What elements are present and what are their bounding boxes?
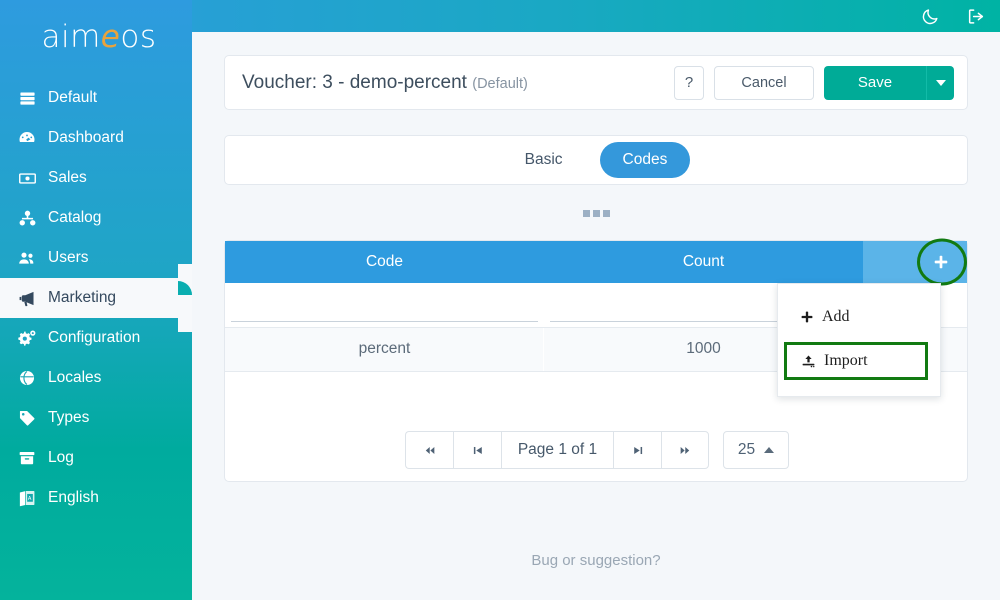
- save-button-group: Save: [824, 65, 954, 100]
- page-header-card: Voucher: 3 - demo-percent (Default) ? Ca…: [224, 55, 968, 110]
- chevron-down-icon: [935, 79, 946, 86]
- dot: [592, 210, 600, 217]
- tag-icon: [17, 409, 37, 427]
- sidebar-item-label: Default: [48, 89, 98, 106]
- logo-text: aimeos: [41, 19, 157, 55]
- dropdown-item-label: Import: [824, 352, 868, 369]
- dot: [582, 210, 590, 217]
- table-header-row: Code Count: [225, 238, 967, 286]
- money-bill-icon: [17, 169, 37, 188]
- tab-codes[interactable]: Codes: [599, 142, 691, 178]
- sidebar-item-types[interactable]: Types: [0, 398, 192, 438]
- sidebar-nav: Default Dashboard Sales Catalog Users Ma…: [0, 74, 192, 518]
- dark-mode-moon-icon[interactable]: [921, 7, 940, 26]
- cancel-button[interactable]: Cancel: [714, 65, 814, 100]
- dropdown-item-add[interactable]: Add: [778, 298, 940, 336]
- plus-icon: [800, 310, 814, 324]
- filter-cell-code: [225, 283, 544, 327]
- language-flag-icon: A: [17, 489, 37, 507]
- globe-icon: [17, 369, 37, 387]
- page-size-select[interactable]: 25: [723, 431, 789, 469]
- logo-accent-letter: e: [100, 19, 121, 55]
- sidebar-item-label: Users: [48, 249, 89, 266]
- footer: Bug or suggestion?: [192, 552, 1000, 569]
- column-header-actions: [863, 238, 967, 286]
- add-dropdown-menu: Add Import: [777, 283, 941, 397]
- page-title-suffix: (Default): [472, 75, 528, 92]
- pagination: Page 1 of 1 25: [225, 431, 969, 469]
- users-icon: [17, 249, 37, 267]
- next-page-button[interactable]: [613, 431, 661, 469]
- sidebar-item-default[interactable]: Default: [0, 78, 192, 118]
- loading-dots: [192, 210, 1000, 217]
- sidebar-item-label: Locales: [48, 369, 102, 386]
- sidebar-item-catalog[interactable]: Catalog: [0, 198, 192, 238]
- logo[interactable]: aimeos: [0, 0, 192, 74]
- app-root: aimeos Default Dashboard Sales Catalog U…: [0, 0, 1000, 600]
- dot: [602, 210, 610, 217]
- sidebar-item-label: Configuration: [48, 329, 141, 346]
- svg-text:A: A: [28, 496, 32, 502]
- column-header-count[interactable]: Count: [544, 241, 863, 283]
- save-button[interactable]: Save: [824, 65, 926, 100]
- sidebar-item-label: Sales: [48, 169, 87, 186]
- sidebar-item-label: Dashboard: [48, 129, 124, 146]
- sidebar-item-sales[interactable]: Sales: [0, 158, 192, 198]
- codes-table-card: Code Count percent 1000 Add Import Page …: [224, 238, 969, 482]
- archive-icon: [17, 449, 37, 467]
- sidebar-item-configuration[interactable]: Configuration: [0, 318, 192, 358]
- sidebar-item-marketing[interactable]: Marketing: [0, 264, 192, 332]
- filter-input-code[interactable]: [231, 287, 538, 322]
- logout-icon[interactable]: [966, 7, 986, 26]
- page-size-value: 25: [737, 441, 756, 458]
- footer-link[interactable]: Bug or suggestion?: [531, 552, 660, 569]
- dropdown-item-import[interactable]: Import: [784, 342, 928, 380]
- save-dropdown-button[interactable]: [926, 65, 954, 100]
- first-page-button[interactable]: [405, 431, 453, 469]
- sidebar-item-log[interactable]: Log: [0, 438, 192, 478]
- page-indicator: Page 1 of 1: [501, 431, 613, 469]
- column-header-code[interactable]: Code: [225, 241, 544, 283]
- last-page-button[interactable]: [661, 431, 709, 469]
- sidebar-item-label: Catalog: [48, 209, 102, 226]
- upload-icon: [801, 354, 816, 369]
- sidebar-item-label: Marketing: [48, 289, 117, 306]
- help-button[interactable]: ?: [674, 65, 704, 100]
- sidebar: aimeos Default Dashboard Sales Catalog U…: [0, 0, 192, 600]
- main-content: Voucher: 3 - demo-percent (Default) ? Ca…: [192, 32, 1000, 600]
- table-head: Code Count: [225, 238, 967, 286]
- page-title: Voucher: 3 - demo-percent (Default): [242, 72, 674, 94]
- sitemap-icon: [17, 209, 37, 228]
- previous-page-button[interactable]: [453, 431, 501, 469]
- tab-bar: Basic Codes: [224, 135, 968, 185]
- pagination-buttons: Page 1 of 1: [405, 431, 709, 469]
- cogs-icon: [17, 329, 37, 348]
- chevron-up-icon: [764, 447, 775, 453]
- sidebar-item-label: Log: [48, 449, 74, 466]
- cell-code: percent: [225, 326, 544, 372]
- sidebar-item-label: English: [48, 489, 99, 506]
- bullhorn-icon: [17, 289, 37, 308]
- sidebar-item-dashboard[interactable]: Dashboard: [0, 118, 192, 158]
- page-title-text: Voucher: 3 - demo-percent: [242, 71, 467, 93]
- sidebar-item-label: Types: [48, 409, 90, 426]
- sidebar-item-locales[interactable]: Locales: [0, 358, 192, 398]
- sidebar-item-users[interactable]: Users: [0, 238, 192, 278]
- add-entry-button[interactable]: [929, 250, 953, 274]
- server-icon: [17, 90, 37, 107]
- tab-basic[interactable]: Basic: [502, 142, 586, 178]
- dropdown-item-label: Add: [822, 308, 850, 325]
- dashboard-icon: [17, 129, 37, 147]
- top-bar-actions: [921, 0, 986, 32]
- sidebar-item-english[interactable]: A English: [0, 478, 192, 518]
